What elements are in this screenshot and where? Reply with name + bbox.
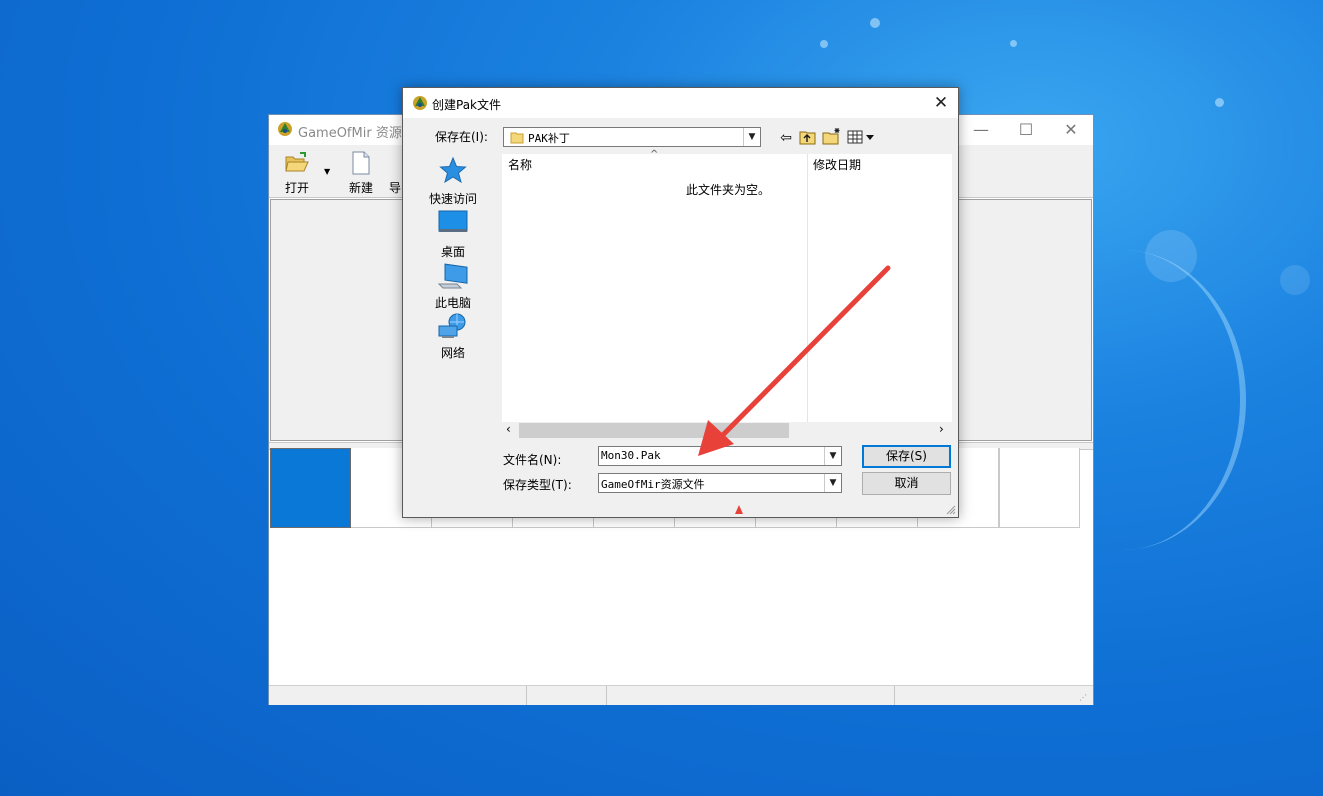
filetype-select[interactable]: GameOfMir资源文件 ▼ [598,473,842,493]
desktop-bubble [870,18,880,28]
export-button[interactable]: 导 [389,151,403,195]
new-button-label: 新建 [348,181,373,195]
open-dropdown-arrow-icon[interactable]: ▼ [324,167,330,176]
filename-value: Mon30.Pak [601,449,661,462]
export-button-label: 导 [389,181,402,195]
place-label: 桌面 [440,245,465,259]
sort-ascending-icon: ^ [650,149,659,160]
dialog-titlebar[interactable]: 创建Pak文件 ✕ [403,88,958,118]
dialog-app-icon [413,96,427,110]
chevron-down-icon[interactable]: ▼ [824,474,841,492]
place-network[interactable]: 网络 [423,312,483,360]
place-desktop[interactable]: 桌面 [423,210,483,259]
new-folder-icon[interactable] [822,127,842,145]
annotation-arrow [698,265,891,456]
column-header-modified[interactable]: 修改日期 [813,154,861,176]
app-logo-icon [278,122,292,136]
new-button[interactable]: 新建 [337,151,385,195]
close-window-button[interactable]: ✕ [1048,115,1094,145]
dialog-resize-grip-icon[interactable] [946,505,956,515]
filetype-label: 保存类型(T): [503,478,572,492]
place-this-pc[interactable]: 此电脑 [423,262,483,310]
desktop-bubble [1010,40,1017,47]
place-label: 快速访问 [428,192,477,206]
desktop-bubble [1215,98,1224,107]
computer-icon [437,263,468,289]
scroll-right-icon[interactable]: › [939,422,944,436]
view-menu-icon[interactable] [847,130,875,144]
status-segment [894,686,895,705]
save-in-label: 保存在(I): [435,130,488,144]
minimize-button[interactable]: — [958,115,1004,145]
star-icon [439,157,467,183]
network-icon [438,313,466,338]
status-segment [526,686,527,705]
status-segment [606,686,607,705]
open-button[interactable]: 打开 [273,151,321,195]
empty-folder-message: 此文件夹为空。 [686,183,771,197]
save-in-combo[interactable]: PAK补丁 ▼ [503,127,761,147]
column-header-name[interactable]: 名称 [508,154,532,176]
open-folder-icon [285,152,309,172]
dialog-close-button[interactable]: ✕ [924,90,958,116]
image-tile[interactable] [999,448,1080,528]
chevron-down-icon[interactable]: ▼ [743,128,760,146]
image-tile-selected[interactable] [270,448,351,528]
place-quick-access[interactable]: 快速访问 [423,157,483,206]
scroll-left-icon[interactable]: ‹ [506,422,511,436]
desktop-bubble [1145,230,1197,282]
folder-icon [510,132,524,144]
place-label: 此电脑 [434,296,471,310]
new-file-icon [352,151,370,175]
desktop-icon [438,210,468,232]
maximize-button[interactable]: ☐ [1003,115,1049,145]
filetype-value: GameOfMir资源文件 [601,478,705,491]
dialog-title: 创建Pak文件 [432,98,502,112]
up-folder-icon[interactable] [799,129,817,145]
filename-label: 文件名(N): [503,453,562,467]
open-button-label: 打开 [284,181,309,195]
annotation-small-arrow [735,505,743,514]
save-in-value: PAK补丁 [528,132,570,145]
desktop-bubble [820,40,828,48]
desktop-bubble [1280,265,1310,295]
place-label: 网络 [440,346,465,360]
resize-grip-icon[interactable]: ⋰ [1079,693,1089,703]
app-title: GameOfMir 资源编 [298,126,415,141]
back-arrow-icon[interactable]: ⇦ [776,128,796,148]
status-bar: ⋰ [269,685,1093,705]
cancel-button[interactable]: 取消 [862,472,951,495]
